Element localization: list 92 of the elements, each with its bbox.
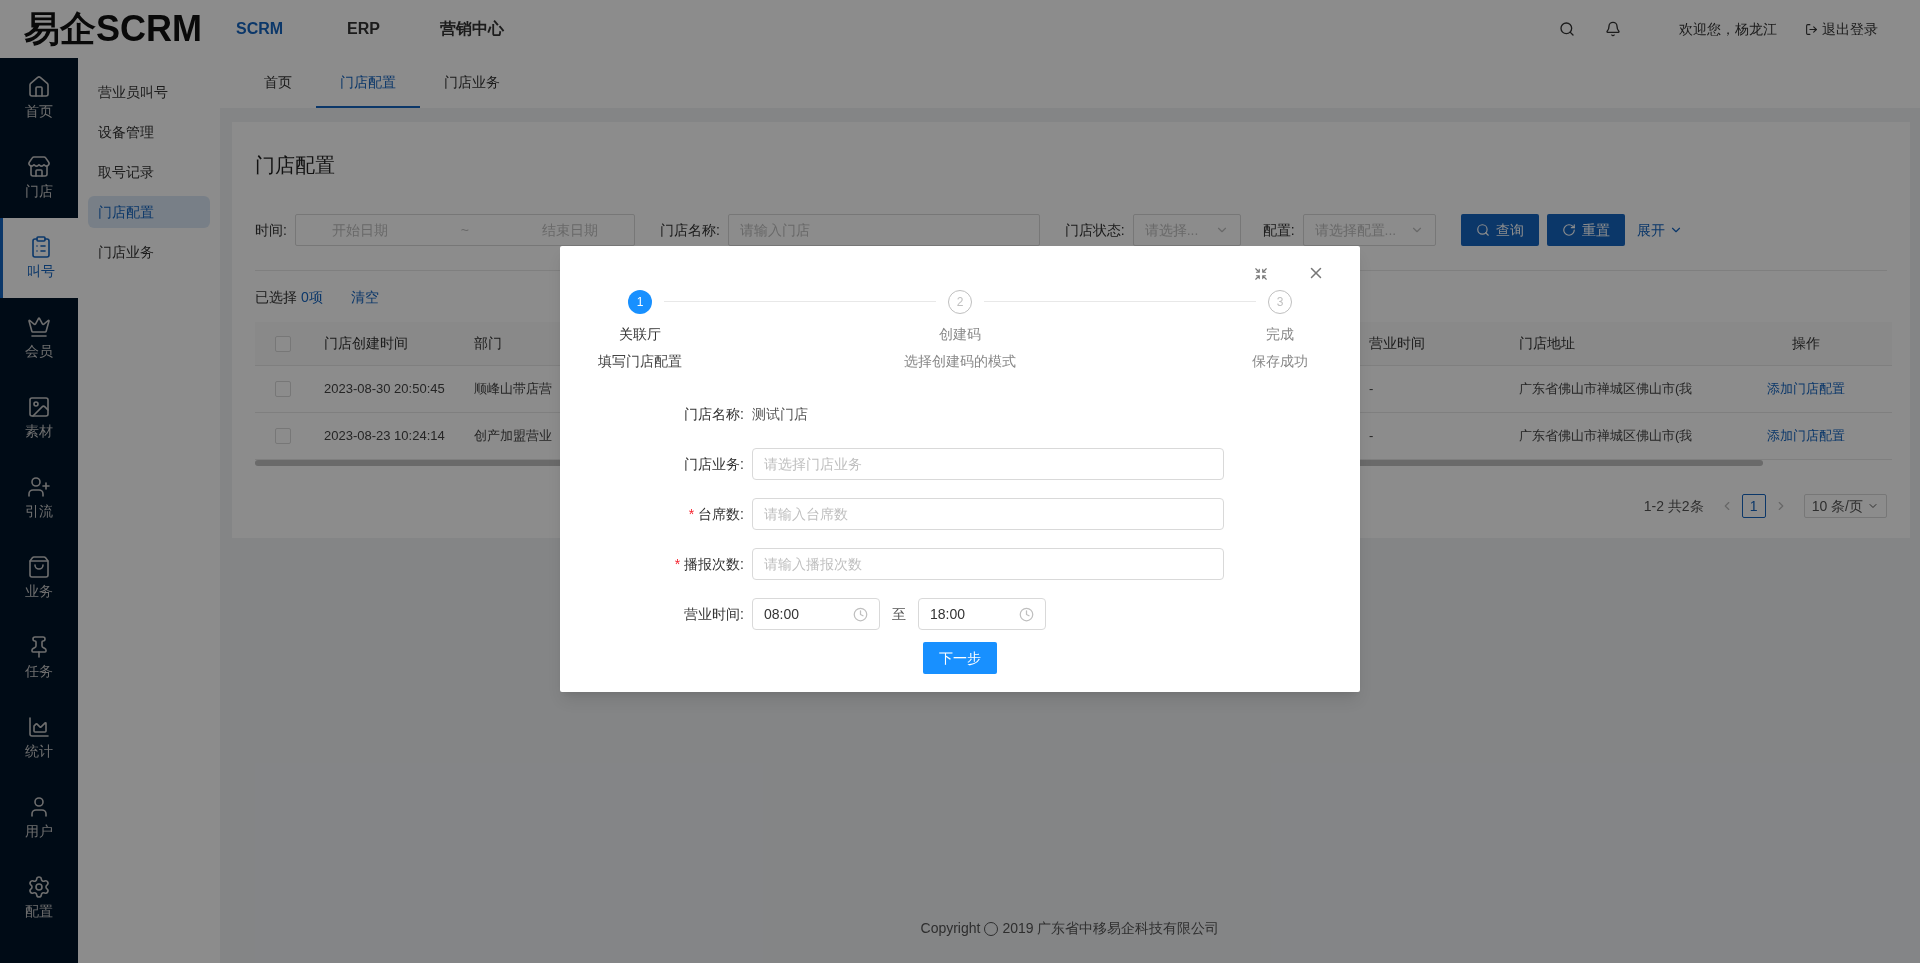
page-title: 门店配置 (255, 153, 336, 178)
table-cell-text: - (1368, 427, 1375, 446)
column-header: 营业时间 (1368, 334, 1426, 353)
table-cell-text: 顺峰山带店营 (473, 380, 553, 399)
submenu-item[interactable]: 门店配置 (88, 196, 210, 228)
greeting: 欢迎您，杨龙江 (1679, 19, 1777, 39)
time-field[interactable]: 18:00 (918, 598, 1046, 630)
step-description: 填写门店配置 (598, 352, 682, 371)
crown-icon (27, 314, 51, 339)
tab[interactable]: 门店业务 (420, 58, 524, 108)
pagination-summary: 1-2 共2条 (1643, 496, 1704, 516)
sidebar-item[interactable]: 配置 (0, 858, 78, 938)
column-header: 操作 (1790, 334, 1821, 353)
form-label: 营业时间: (684, 604, 744, 624)
sidebar-item[interactable]: 门店 (0, 138, 78, 218)
page-size-select[interactable]: 10 条/页 (1803, 494, 1887, 518)
step-description: 保存成功 (1252, 352, 1308, 371)
sidebar-item[interactable]: 任务 (0, 618, 78, 698)
form-label: 门店名称: (684, 404, 744, 424)
next-step-button[interactable]: 下一步 (923, 642, 997, 674)
step-title: 完成 (1266, 325, 1294, 344)
sidebar-item[interactable]: 素材 (0, 378, 78, 458)
step-number: 1 (628, 290, 652, 314)
collapse-icon[interactable] (1254, 267, 1268, 281)
sidebar-item[interactable]: 首页 (0, 58, 78, 138)
input-field[interactable]: 请选择门店业务 (752, 448, 1224, 480)
column-header: 部门 (473, 334, 503, 353)
input-field[interactable]: 请输入播报次数 (752, 548, 1224, 580)
store-icon (27, 154, 51, 179)
logout-icon[interactable] (1805, 22, 1818, 36)
nav-link[interactable]: SCRM (236, 17, 284, 41)
home-icon (27, 74, 51, 99)
add-config-link[interactable]: 添加门店配置 (1719, 426, 1892, 446)
chart-icon (27, 714, 51, 739)
sidebar-item[interactable]: 引流 (0, 458, 78, 538)
clock-icon (1019, 606, 1034, 622)
sidebar-item[interactable]: 统计 (0, 698, 78, 778)
step-description: 选择创建码的模式 (904, 352, 1016, 371)
table-cell-text: 广东省佛山市禅城区佛山市(我 (1518, 380, 1694, 399)
image-icon (27, 394, 51, 419)
bag-icon (27, 554, 51, 579)
range-separator: 至 (892, 604, 906, 624)
required-mark: * (688, 504, 695, 524)
sidebar-item[interactable]: 会员 (0, 298, 78, 378)
sidebar-item[interactable]: 用户 (0, 778, 78, 858)
form-label: 门店业务: (684, 454, 744, 474)
step-title: 创建码 (939, 325, 981, 344)
table-cell-text: 广东省佛山市禅城区佛山市(我 (1518, 427, 1694, 446)
sidebar-item[interactable]: 叫号 (0, 218, 78, 298)
copyright-text: Copyright 2019 广东省中移易企科技有限公司 (919, 919, 1221, 938)
table-cell-text: 2023-08-23 10:24:14 (323, 427, 446, 446)
table-cell-text: 2023-08-30 20:50:45 (323, 380, 446, 399)
refresh-icon (1561, 223, 1576, 237)
table-cell-text: - (1368, 380, 1375, 399)
input-field[interactable]: 请输入台席数 (752, 498, 1224, 530)
clear-link[interactable]: 清空 (350, 287, 379, 308)
settings-icon (27, 874, 51, 899)
store-name-value: 测试门店 (752, 404, 808, 424)
filter-label: 配置: (1262, 220, 1295, 240)
user-plus-icon (27, 474, 51, 499)
logout-link[interactable]: 退出登录 (1822, 18, 1878, 40)
search-button[interactable]: 查询 (1460, 214, 1539, 246)
submenu-item[interactable]: 营业员叫号 (88, 76, 210, 108)
column-header: 门店地址 (1518, 334, 1576, 353)
nav-link[interactable]: ERP (347, 17, 380, 41)
filter-label: 门店名称: (659, 220, 720, 240)
sidebar-item[interactable]: 业务 (0, 538, 78, 618)
submenu-item[interactable]: 取号记录 (88, 156, 210, 188)
page-number[interactable]: 1 (1741, 494, 1766, 518)
add-config-link[interactable]: 添加门店配置 (1719, 379, 1892, 399)
clock-icon (853, 606, 868, 622)
tab[interactable]: 首页 (240, 58, 316, 108)
search-icon[interactable] (1559, 21, 1575, 37)
table-cell-text: 创产加盟营业 (473, 427, 553, 446)
expand-link[interactable]: 展开 (1636, 219, 1665, 241)
required-mark: * (674, 554, 681, 574)
logo: 易企SCRM (24, 7, 203, 51)
bell-icon[interactable] (1605, 21, 1621, 37)
search-icon (1475, 223, 1490, 237)
nav-link[interactable]: 营销中心 (440, 17, 504, 41)
reset-button[interactable]: 重置 (1546, 214, 1625, 246)
form-label: 台席数: (698, 504, 744, 524)
time-field[interactable]: 08:00 (752, 598, 880, 630)
step-title: 关联厅 (619, 325, 661, 344)
column-header: 门店创建时间 (323, 334, 409, 353)
selection-count: 已选择 0项 (255, 288, 323, 307)
filter-label: 时间: (255, 220, 287, 240)
submenu-item[interactable]: 门店业务 (88, 236, 210, 268)
form-label: 播报次数: (684, 554, 744, 574)
tab[interactable]: 门店配置 (316, 58, 420, 108)
submenu-item[interactable]: 设备管理 (88, 116, 210, 148)
filter-label: 门店状态: (1064, 220, 1125, 240)
